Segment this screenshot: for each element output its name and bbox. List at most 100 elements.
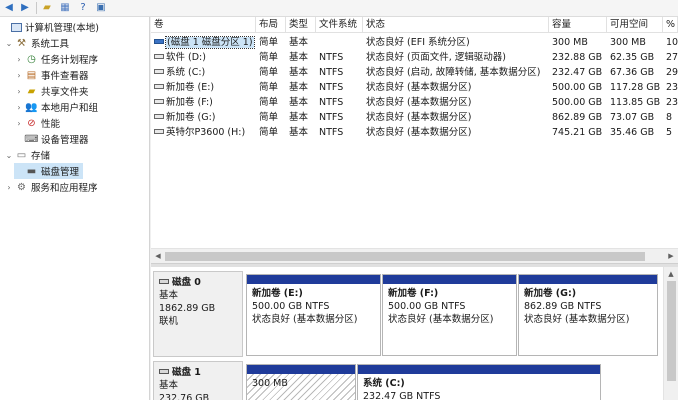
chevron-down-icon[interactable]: ⌄: [4, 151, 14, 160]
column-header-type[interactable]: 类型: [286, 17, 316, 33]
cell-layout: 简单: [259, 52, 279, 63]
view-icon[interactable]: ▣: [94, 1, 108, 14]
table-row[interactable]: 新加卷 (G:) 简单 基本 NTFS 状态良好 (基本数据分区) 862.89…: [151, 110, 678, 125]
tree-item-task-scheduler[interactable]: › ◷ 任务计划程序: [14, 51, 98, 67]
scrollbar-thumb[interactable]: [667, 281, 676, 381]
tree-item-label: 系统工具: [31, 39, 70, 50]
cell-free-space: 300 MB: [610, 37, 646, 48]
column-header-capacity[interactable]: 容量: [549, 17, 607, 33]
help-icon[interactable]: ?: [76, 1, 90, 14]
table-row[interactable]: 英特尔P3600 (H:) 简单 基本 NTFS 状态良好 (基本数据分区) 7…: [151, 125, 678, 140]
tree-item-label: 事件查看器: [41, 71, 89, 82]
cell-filesystem: NTFS: [319, 127, 344, 138]
vertical-scrollbar[interactable]: ▲: [663, 267, 678, 400]
tree-item-storage[interactable]: ⌄ ▭ 存储: [4, 147, 50, 163]
task-scheduler-icon: ◷: [27, 53, 36, 65]
cell-percent: 10: [666, 37, 678, 48]
cell-capacity: 500.00 GB: [552, 97, 603, 108]
volume-icon: [154, 114, 164, 119]
tree-item-label: 性能: [41, 119, 61, 130]
cell-percent: 23: [666, 97, 678, 108]
column-header-volume[interactable]: 卷: [151, 17, 256, 33]
partition-size: 500.00 GB NTFS: [252, 301, 330, 312]
volume-name: 新加卷 (E:): [166, 82, 215, 93]
cell-percent: 5: [666, 127, 673, 138]
tree-item-services-apps[interactable]: › ⚙ 服务和应用程序: [4, 179, 97, 195]
scroll-up-icon[interactable]: ▲: [664, 267, 678, 282]
horizontal-scrollbar[interactable]: ◀ ▶: [151, 248, 678, 263]
chevron-right-icon[interactable]: ›: [14, 55, 24, 64]
partition-bar: [358, 365, 600, 374]
services-icon: ⚙: [17, 181, 26, 193]
column-header-filesystem[interactable]: 文件系统: [316, 17, 363, 33]
column-header-free-space[interactable]: 可用空间: [607, 17, 663, 33]
column-header-status[interactable]: 状态: [363, 17, 549, 33]
scroll-right-icon[interactable]: ▶: [664, 249, 678, 264]
volume-icon: [154, 129, 164, 134]
cell-free-space: 117.28 GB: [610, 82, 661, 93]
cell-filesystem: NTFS: [319, 97, 344, 108]
cell-status: 状态良好 (启动, 故障转储, 基本数据分区): [366, 67, 541, 78]
disk-size: 1862.89 GB: [159, 303, 216, 314]
table-row[interactable]: 系统 (C:) 简单 基本 NTFS 状态良好 (启动, 故障转储, 基本数据分…: [151, 65, 678, 80]
cell-layout: 简单: [259, 82, 279, 93]
tree-item-device-manager[interactable]: ⌨ 设备管理器: [14, 131, 88, 147]
cell-volume: (磁盘 1 磁盘分区 1): [151, 35, 256, 50]
scroll-left-icon[interactable]: ◀: [151, 249, 165, 264]
table-row[interactable]: 新加卷 (F:) 简单 基本 NTFS 状态良好 (基本数据分区) 500.00…: [151, 95, 678, 110]
column-header-percent[interactable]: %: [663, 17, 678, 33]
scrollbar-thumb[interactable]: [165, 252, 645, 261]
cell-layout: 简单: [259, 97, 279, 108]
tree-item-label: 共享文件夹: [41, 87, 89, 98]
disk-0-info[interactable]: 磁盘 0 基本 1862.89 GB 联机: [153, 271, 243, 357]
tree-item-disk-management[interactable]: ▬ 磁盘管理: [14, 163, 84, 179]
table-row[interactable]: (磁盘 1 磁盘分区 1) 简单 基本 状态良好 (EFI 系统分区) 300 …: [151, 35, 678, 50]
tree-item-computer-management[interactable]: 计算机管理(本地): [0, 19, 99, 35]
computer-icon: [11, 22, 22, 32]
volume-name: 软件 (D:): [166, 52, 206, 63]
chevron-right-icon[interactable]: ›: [4, 183, 14, 192]
cell-capacity: 300 MB: [552, 37, 588, 48]
partition-name: 系统 (C:): [363, 378, 405, 389]
cell-capacity: 862.89 GB: [552, 112, 603, 123]
cell-capacity: 500.00 GB: [552, 82, 603, 93]
cell-layout: 简单: [259, 37, 279, 48]
cell-status: 状态良好 (基本数据分区): [366, 127, 472, 138]
partition-e[interactable]: 新加卷 (E:) 500.00 GB NTFS 状态良好 (基本数据分区): [246, 274, 381, 356]
partition-size: 300 MB: [252, 378, 288, 389]
cell-free-space: 73.07 GB: [610, 112, 655, 123]
chevron-right-icon[interactable]: ›: [14, 119, 24, 128]
chevron-right-icon[interactable]: ›: [14, 87, 24, 96]
partition-f[interactable]: 新加卷 (F:) 500.00 GB NTFS 状态良好 (基本数据分区): [382, 274, 517, 356]
back-arrow-icon[interactable]: ◀: [2, 1, 16, 14]
tree-item-performance[interactable]: › ⊘ 性能: [14, 115, 60, 131]
chevron-down-icon[interactable]: ⌄: [4, 39, 14, 48]
table-row[interactable]: 软件 (D:) 简单 基本 NTFS 状态良好 (页面文件, 逻辑驱动器) 23…: [151, 50, 678, 65]
volume-icon: [154, 84, 164, 89]
partition-bar: [247, 365, 355, 374]
volume-name: 英特尔P3600 (H:): [166, 127, 246, 138]
partition-efi[interactable]: 300 MB: [246, 364, 356, 400]
performance-icon: ⊘: [27, 117, 36, 129]
cell-capacity: 745.21 GB: [552, 127, 603, 138]
tree-item-event-viewer[interactable]: › ▤ 事件查看器: [14, 67, 89, 83]
folder-icon[interactable]: ▰: [40, 1, 54, 14]
tree-item-system-tools[interactable]: ⌄ ⚒ 系统工具: [4, 35, 69, 51]
partition-g[interactable]: 新加卷 (G:) 862.89 GB NTFS 状态良好 (基本数据分区): [518, 274, 658, 356]
cell-type: 基本: [289, 37, 309, 48]
device-manager-icon: ⌨: [24, 133, 39, 145]
cell-filesystem: NTFS: [319, 67, 344, 78]
forward-arrow-icon[interactable]: ▶: [18, 1, 32, 14]
disk-1-info[interactable]: 磁盘 1 基本 232.76 GB: [153, 361, 243, 400]
partition-c[interactable]: 系统 (C:) 232.47 GB NTFS: [357, 364, 601, 400]
properties-icon[interactable]: ▦: [58, 1, 72, 14]
tree-item-local-users[interactable]: › 👥 本地用户和组: [14, 99, 98, 115]
column-header-layout[interactable]: 布局: [256, 17, 286, 33]
tree-item-shared-folders[interactable]: › ▰ 共享文件夹: [14, 83, 89, 99]
table-row[interactable]: 新加卷 (E:) 简单 基本 NTFS 状态良好 (基本数据分区) 500.00…: [151, 80, 678, 95]
cell-percent: 8: [666, 112, 673, 123]
chevron-right-icon[interactable]: ›: [14, 71, 24, 80]
cell-type: 基本: [289, 127, 309, 138]
disk-type: 基本: [159, 380, 179, 391]
chevron-right-icon[interactable]: ›: [14, 103, 24, 112]
